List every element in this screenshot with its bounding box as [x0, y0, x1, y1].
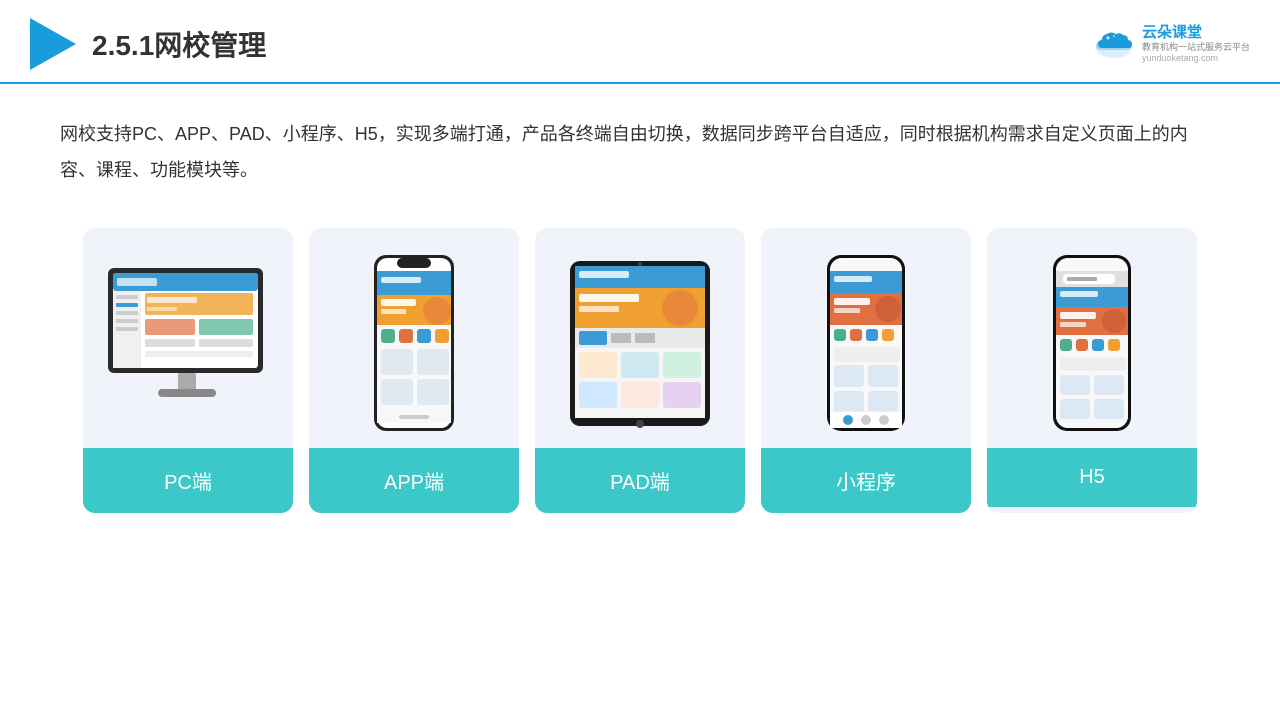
brand-logo: 云朵课堂 教育机构一站式服务云平台 yunduoketang.com [1092, 24, 1250, 64]
h5-phone-icon [1047, 253, 1137, 433]
card-miniprogram: 小程序 [761, 228, 971, 513]
card-app-label: APP端 [309, 448, 519, 513]
description-text: 网校支持PC、APP、PAD、小程序、H5，实现多端打通，产品各终端自由切换，数… [0, 84, 1280, 208]
card-pad-label: PAD端 [535, 448, 745, 513]
card-pc: PC端 [83, 228, 293, 513]
card-app-image [309, 228, 519, 448]
cards-container: PC端 [0, 208, 1280, 533]
card-pc-label: PC端 [83, 448, 293, 513]
description-paragraph: 网校支持PC、APP、PAD、小程序、H5，实现多端打通，产品各终端自由切换，数… [60, 116, 1220, 188]
header-left: 2.5.1网校管理 [30, 18, 266, 70]
cloud-icon [1092, 28, 1136, 60]
card-app: APP端 [309, 228, 519, 513]
brand-text: 云朵课堂 教育机构一站式服务云平台 yunduoketang.com [1142, 24, 1250, 64]
header-right: 云朵课堂 教育机构一站式服务云平台 yunduoketang.com [1092, 24, 1250, 64]
brand-name: 云朵课堂 [1142, 24, 1202, 42]
card-h5-image [987, 228, 1197, 448]
card-h5-label: H5 [987, 448, 1197, 507]
header: 2.5.1网校管理 云朵课堂 教育机构一站式服务云平台 yunduoketang… [0, 0, 1280, 84]
card-miniprogram-label: 小程序 [761, 448, 971, 513]
card-miniprogram-image [761, 228, 971, 448]
card-pad: PAD端 [535, 228, 745, 513]
brand-url: yunduoketang.com [1142, 53, 1218, 64]
card-pad-image [535, 228, 745, 448]
brand-sub: 教育机构一站式服务云平台 [1142, 42, 1250, 53]
app-phone-icon [369, 253, 459, 433]
pc-monitor-icon [103, 263, 273, 423]
card-h5: H5 [987, 228, 1197, 513]
pad-tablet-icon [565, 256, 715, 431]
miniprogram-phone-icon [821, 253, 911, 433]
logo-triangle-icon [30, 18, 76, 70]
page-title: 2.5.1网校管理 [92, 24, 266, 64]
card-pc-image [83, 228, 293, 448]
